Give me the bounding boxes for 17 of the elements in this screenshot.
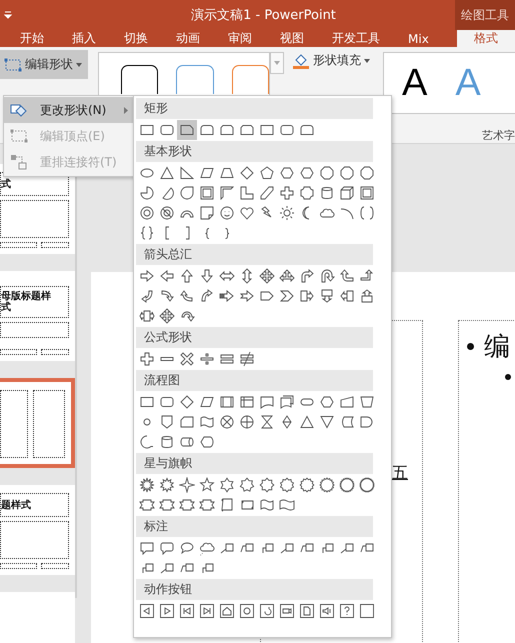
contextual-tab-label: 绘图工具 (455, 0, 515, 30)
group-label: 艺术字 (482, 128, 515, 143)
window-title: 演示文稿1 - PowerPoint (190, 7, 337, 24)
category-header: 基本形状 (136, 141, 373, 162)
thumbnail-text: 题样式 (1, 500, 32, 510)
slide-text: 五 (392, 463, 408, 484)
category-header: 流程图 (136, 370, 373, 391)
category-header: 公式形状 (136, 327, 373, 348)
slide-text: 编 (484, 331, 510, 364)
category-header: 标注 (136, 516, 373, 537)
category-header: 箭头总汇 (136, 244, 373, 265)
thumbnail-text: 式 (1, 302, 12, 313)
thumbnail-text: 母版标题样 (1, 291, 52, 302)
thumbnail-text: 式 (1, 178, 12, 190)
category-header: 矩形 (136, 98, 373, 119)
category-header: 星与旗帜 (136, 453, 373, 474)
category-header: 动作按钮 (136, 579, 373, 600)
